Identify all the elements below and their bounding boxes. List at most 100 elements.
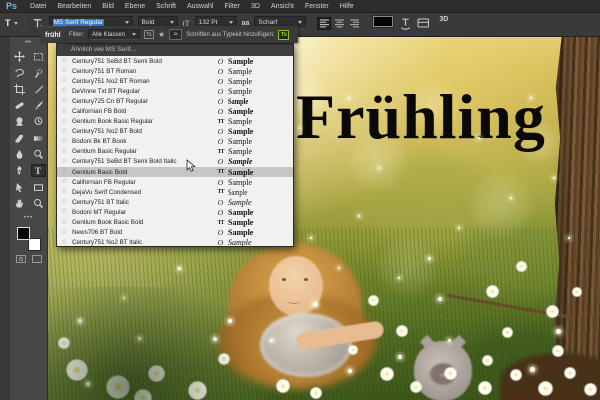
font-list-item[interactable]: Gentium Book Basic Regular TT Sample: [57, 117, 293, 127]
chevron-down-icon: [13, 21, 18, 25]
brush-tool-icon[interactable]: [31, 99, 46, 112]
menu-item-fenster[interactable]: Fenster: [305, 3, 329, 10]
menu-item-bild[interactable]: Bild: [102, 3, 114, 10]
font-format-icon: TT: [217, 118, 224, 125]
favorite-star-icon[interactable]: [61, 147, 72, 157]
favorite-star-icon[interactable]: [61, 137, 72, 147]
align-left-button[interactable]: [317, 16, 332, 30]
lasso-tool-icon[interactable]: [12, 67, 27, 80]
warp-text-button[interactable]: [399, 16, 412, 30]
font-list-item[interactable]: Gentium Basic Bold TT Sample: [57, 167, 293, 178]
blur-tool-icon[interactable]: [12, 148, 27, 161]
font-list-item[interactable]: Century751 No2 BT Italic O Sample: [57, 238, 293, 248]
text-color-swatch[interactable]: [372, 15, 395, 28]
toolbar-more-icon[interactable]: •••: [24, 215, 33, 221]
font-list-item[interactable]: News706 BT Bold O Sample: [57, 228, 293, 238]
align-right-button[interactable]: [347, 17, 361, 30]
eyedropper-tool-icon[interactable]: [31, 83, 46, 96]
menu-item-bearbeiten[interactable]: Bearbeiten: [57, 3, 91, 10]
pen-tool-icon[interactable]: [12, 164, 27, 177]
headline-text[interactable]: Frühling: [296, 85, 546, 149]
white-flower: [546, 305, 559, 318]
screen-mode-icon[interactable]: [31, 254, 42, 263]
favorite-star-icon[interactable]: [61, 96, 72, 106]
tool-preset-picker[interactable]: T: [5, 16, 18, 30]
font-sample-text: Sample: [228, 96, 249, 106]
sparkle: [428, 257, 431, 260]
font-list-item[interactable]: DeVinne Txt BT Regular O Sample: [57, 86, 293, 96]
menu-item-3d[interactable]: 3D: [251, 3, 260, 10]
favorite-star-icon[interactable]: [61, 66, 72, 76]
gradient-tool-icon[interactable]: [31, 132, 46, 145]
dodge-tool-icon[interactable]: [31, 148, 46, 161]
white-flower: [572, 287, 582, 297]
align-center-button[interactable]: [332, 17, 346, 30]
favorite-star-icon[interactable]: [61, 238, 72, 248]
crop-tool-icon[interactable]: [12, 83, 27, 96]
font-list-item[interactable]: Century751 No2 BT Bold O Sample: [57, 127, 293, 137]
font-list-item[interactable]: Century725 Cn BT Regular O Sample: [57, 96, 293, 106]
zoom-tool-icon[interactable]: [31, 197, 46, 210]
favorite-star-icon[interactable]: [61, 167, 72, 177]
font-list-item[interactable]: Century751 No2 BT Roman O Sample: [57, 76, 293, 86]
font-sample-text: Sample: [228, 56, 254, 66]
font-list-item[interactable]: Californian FB Bold O Sample: [57, 106, 293, 116]
typekit-add-button[interactable]: Tk: [278, 29, 290, 40]
font-list-item[interactable]: Gentium Basic Regular TT Sample: [57, 147, 293, 157]
similar-fonts-toggle[interactable]: ≈: [169, 29, 183, 40]
favorites-filter-toggle[interactable]: [158, 31, 165, 39]
font-list-item[interactable]: Century751 SeBd BT Semi Bold O Sample: [57, 56, 293, 66]
favorite-star-icon[interactable]: [61, 117, 72, 127]
font-format-icon: O: [217, 137, 224, 147]
clone-stamp-tool-icon[interactable]: [12, 115, 27, 128]
eraser-tool-icon[interactable]: [12, 132, 27, 145]
toolbar-collapse-icon[interactable]: ▸▸: [25, 37, 31, 47]
white-flower: [482, 355, 493, 366]
menu-item-ansicht[interactable]: Ansicht: [271, 3, 294, 10]
quick-mask-icon[interactable]: [15, 254, 26, 263]
toggle-panels-button[interactable]: [417, 16, 430, 30]
quick-selection-tool-icon[interactable]: [31, 67, 46, 80]
font-list-item[interactable]: Century751 BT Roman O Sample: [57, 66, 293, 76]
menu-item-filter[interactable]: Filter: [224, 3, 240, 10]
menu-item-auswahl[interactable]: Auswahl: [187, 3, 213, 10]
font-name: Bodoni Bk BT Book: [72, 138, 127, 146]
favorite-star-icon[interactable]: [61, 187, 72, 197]
favorite-star-icon[interactable]: [61, 56, 72, 66]
shape-tool-icon[interactable]: [31, 181, 46, 194]
type-tool-icon[interactable]: T: [30, 164, 46, 178]
font-list-item[interactable]: DejaVu Serif Condensed TT Sample: [57, 187, 293, 197]
menu-item-datei[interactable]: Datei: [30, 3, 46, 10]
favorite-star-icon[interactable]: [61, 197, 72, 207]
font-list-item[interactable]: Bodoni MT Regular O Sample: [57, 207, 293, 217]
menu-item-schrift[interactable]: Schrift: [156, 3, 176, 10]
girl-face: [269, 256, 323, 316]
marquee-tool-icon[interactable]: [31, 50, 46, 63]
favorite-star-icon[interactable]: [61, 127, 72, 137]
hand-tool-icon[interactable]: [12, 197, 27, 210]
filter-class-select[interactable]: Alle Klassen: [88, 29, 140, 40]
font-list-item[interactable]: Gentium Book Basic Bold TT Sample: [57, 218, 293, 228]
font-list-item[interactable]: Century751 BT Italic O Sample: [57, 197, 293, 207]
typekit-filter-toggle[interactable]: Tk: [144, 30, 154, 39]
font-list-item[interactable]: Bodoni Bk BT Book O Sample: [57, 137, 293, 147]
history-brush-tool-icon[interactable]: [31, 115, 46, 128]
favorite-star-icon[interactable]: [61, 228, 72, 238]
favorite-star-icon[interactable]: [61, 76, 72, 86]
healing-brush-tool-icon[interactable]: [12, 99, 27, 112]
font-list-item[interactable]: Californian FB Regular O Sample: [57, 177, 293, 187]
favorite-star-icon[interactable]: [61, 157, 72, 167]
move-tool-icon[interactable]: [12, 50, 27, 63]
favorite-star-icon[interactable]: [61, 86, 72, 96]
favorite-star-icon[interactable]: [61, 177, 72, 187]
foreground-color-swatch[interactable]: [16, 226, 30, 240]
font-list-item[interactable]: Century751 SeBd BT Semi Bold Italic O Sa…: [57, 157, 293, 167]
menu-item-hilfe[interactable]: Hilfe: [340, 3, 354, 10]
menu-item-ebene[interactable]: Ebene: [125, 3, 145, 10]
path-selection-tool-icon[interactable]: [12, 181, 27, 194]
favorite-star-icon[interactable]: [61, 107, 72, 117]
font-format-icon: O: [217, 127, 224, 137]
favorite-star-icon[interactable]: [61, 218, 72, 228]
3d-mode-label[interactable]: 3D: [439, 16, 448, 23]
favorite-star-icon[interactable]: [61, 207, 72, 217]
